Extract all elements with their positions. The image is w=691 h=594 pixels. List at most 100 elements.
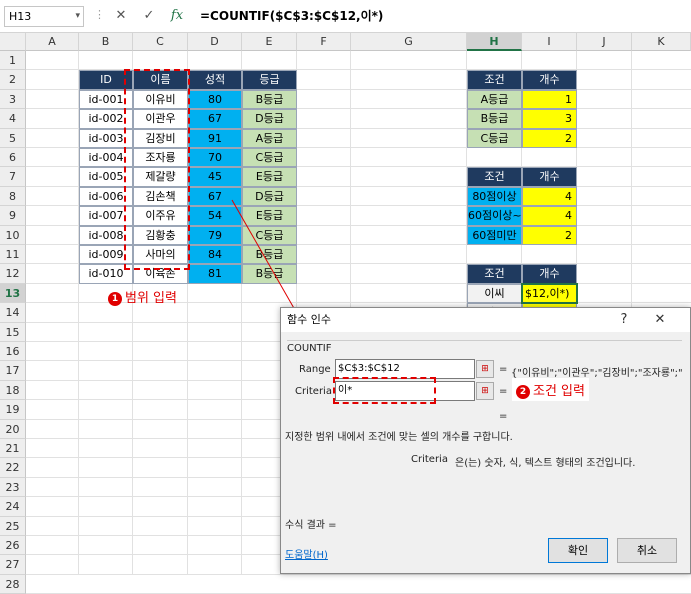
row-header-21[interactable]: 21 (0, 439, 26, 458)
table-cell[interactable]: A등급 (242, 129, 297, 148)
condition-cell[interactable]: 80점이상 (467, 187, 522, 206)
row-header-17[interactable]: 17 (0, 361, 26, 381)
row-header-26[interactable]: 26 (0, 536, 26, 555)
row-header-8[interactable]: 8 (0, 187, 26, 206)
row-header-12[interactable]: 12 (0, 264, 26, 284)
condition-header-cell[interactable]: 조건 (467, 264, 522, 284)
close-icon[interactable]: ✕ (650, 310, 670, 330)
row-header-18[interactable]: 18 (0, 381, 26, 400)
column-header-g[interactable]: G (351, 33, 467, 51)
formula-bar: H13 ▾ ⋮ ✕ ✓ fx =COUNTIF($C$3:$C$12,이*) (0, 0, 691, 33)
count-cell[interactable]: 3 (522, 109, 577, 129)
table-cell[interactable]: 84 (188, 245, 242, 264)
condition-header-cell[interactable]: 조건 (467, 167, 522, 187)
condition-cell[interactable]: C등급 (467, 129, 522, 148)
row-header-16[interactable]: 16 (0, 342, 26, 361)
enter-icon[interactable]: ✓ (140, 7, 158, 25)
column-header-e[interactable]: E (242, 33, 297, 51)
row-header-9[interactable]: 9 (0, 206, 26, 226)
condition-cell[interactable]: B등급 (467, 109, 522, 129)
row-gridline (26, 574, 691, 575)
table-cell[interactable]: B등급 (242, 245, 297, 264)
cancel-icon[interactable]: ✕ (112, 7, 130, 25)
row-header-24[interactable]: 24 (0, 497, 26, 517)
criteria-collapse-icon[interactable]: ⊞ (476, 382, 494, 400)
table-header-cell[interactable]: 등급 (242, 70, 297, 90)
active-cell-outline (521, 283, 578, 304)
column-header-b[interactable]: B (79, 33, 133, 51)
row-header-6[interactable]: 6 (0, 148, 26, 167)
column-header-c[interactable]: C (133, 33, 188, 51)
row-header-13[interactable]: 13 (0, 284, 26, 303)
row-header-5[interactable]: 5 (0, 129, 26, 148)
column-header-h[interactable]: H (467, 33, 522, 51)
table-cell[interactable]: C등급 (242, 148, 297, 167)
column-header-k[interactable]: K (632, 33, 691, 51)
count-cell[interactable]: 4 (522, 206, 577, 226)
table-cell[interactable]: E등급 (242, 206, 297, 226)
row-header-20[interactable]: 20 (0, 420, 26, 439)
table-cell[interactable]: 54 (188, 206, 242, 226)
condition-header-cell[interactable]: 개수 (522, 264, 577, 284)
range-collapse-icon[interactable]: ⊞ (476, 360, 494, 378)
condition-cell[interactable]: 60점미만 (467, 226, 522, 245)
count-cell[interactable]: 4 (522, 187, 577, 206)
row-header-1[interactable]: 1 (0, 51, 26, 70)
condition-header-cell[interactable]: 개수 (522, 70, 577, 90)
table-cell[interactable]: 79 (188, 226, 242, 245)
row-header-3[interactable]: 3 (0, 90, 26, 109)
row-header-4[interactable]: 4 (0, 109, 26, 129)
column-header-j[interactable]: J (577, 33, 632, 51)
result-equals: = (499, 411, 508, 422)
count-cell[interactable]: 2 (522, 129, 577, 148)
table-cell[interactable]: 67 (188, 187, 242, 206)
cancel-button[interactable]: 취소 (617, 538, 677, 563)
count-cell[interactable]: 1 (522, 90, 577, 109)
ok-button[interactable]: 확인 (548, 538, 608, 563)
table-cell[interactable]: D등급 (242, 109, 297, 129)
chevron-down-icon[interactable]: ▾ (75, 7, 80, 26)
table-header-cell[interactable]: 성적 (188, 70, 242, 90)
row-header-23[interactable]: 23 (0, 478, 26, 497)
condition-cell[interactable]: 이씨 (467, 284, 522, 303)
table-cell[interactable]: 81 (188, 264, 242, 284)
table-cell[interactable]: E등급 (242, 167, 297, 187)
row-header-27[interactable]: 27 (0, 555, 26, 575)
dialog-title: 함수 인수 (287, 313, 331, 326)
select-all-corner[interactable] (0, 33, 26, 51)
condition-cell[interactable]: A등급 (467, 90, 522, 109)
row-header-28[interactable]: 28 (0, 575, 26, 594)
help-icon[interactable]: ? (614, 310, 634, 330)
condition-header-cell[interactable]: 조건 (467, 70, 522, 90)
table-cell[interactable]: 80 (188, 90, 242, 109)
row-header-25[interactable]: 25 (0, 517, 26, 536)
row-header-2[interactable]: 2 (0, 70, 26, 90)
column-header-d[interactable]: D (188, 33, 242, 51)
range-input[interactable]: $C$3:$C$12 (335, 359, 475, 379)
table-cell[interactable]: 70 (188, 148, 242, 167)
name-box[interactable]: H13 ▾ (4, 6, 84, 27)
table-cell[interactable]: 45 (188, 167, 242, 187)
row-header-14[interactable]: 14 (0, 303, 26, 323)
count-cell[interactable]: 2 (522, 226, 577, 245)
table-cell[interactable]: B등급 (242, 90, 297, 109)
table-cell[interactable]: D등급 (242, 187, 297, 206)
row-header-22[interactable]: 22 (0, 458, 26, 478)
column-header-f[interactable]: F (297, 33, 351, 51)
column-header-a[interactable]: A (26, 33, 79, 51)
fx-icon[interactable]: fx (168, 7, 186, 25)
row-header-10[interactable]: 10 (0, 226, 26, 245)
row-header-11[interactable]: 11 (0, 245, 26, 264)
formula-input[interactable]: =COUNTIF($C$3:$C$12,이*) (200, 7, 383, 25)
table-cell[interactable]: C등급 (242, 226, 297, 245)
column-header-i[interactable]: I (522, 33, 577, 51)
table-cell[interactable]: 91 (188, 129, 242, 148)
help-link[interactable]: 도움말(H) (285, 546, 328, 561)
condition-cell[interactable]: 60점이상~80점 미만 (467, 206, 522, 226)
table-cell[interactable]: B등급 (242, 264, 297, 284)
row-header-15[interactable]: 15 (0, 323, 26, 342)
table-cell[interactable]: 67 (188, 109, 242, 129)
row-header-7[interactable]: 7 (0, 167, 26, 187)
condition-header-cell[interactable]: 개수 (522, 167, 577, 187)
row-header-19[interactable]: 19 (0, 400, 26, 420)
